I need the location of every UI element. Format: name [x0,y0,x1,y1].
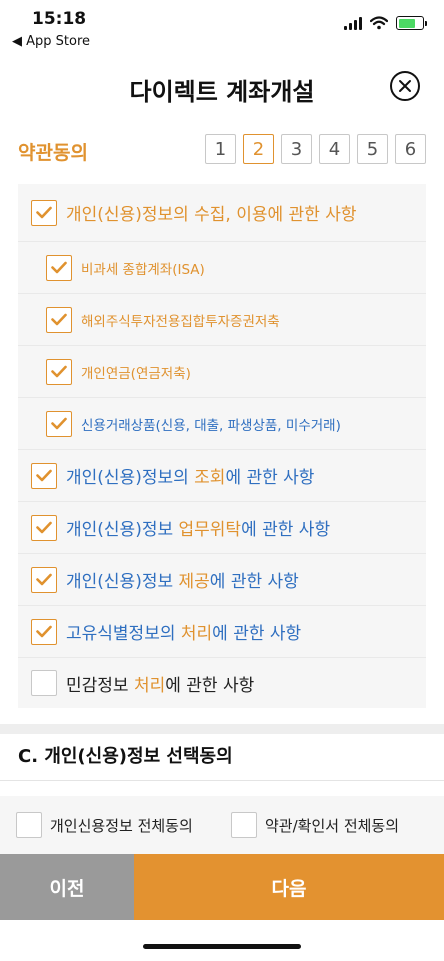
agreement-row[interactable]: 고유식별정보의 처리에 관한 사항 [18,606,426,658]
checkbox-checked[interactable] [31,462,57,489]
checkmark-icon [36,206,52,219]
checkmark-icon [51,417,67,430]
section-divider [0,724,444,734]
all-agree-personal-checkbox[interactable]: 개인신용정보 전체동의 [16,812,193,838]
agreement-label: 개인(신용)정보 업무위탁에 관한 사항 [66,515,330,540]
all-agree-terms-label: 약관/확인서 전체동의 [265,816,400,835]
agreement-label-part: 처리 [180,624,213,644]
agreement-label: 개인연금(연금저축) [81,362,191,382]
home-indicator [143,944,301,949]
agreement-row[interactable]: 해외주식투자전용집합투자증권저축 [18,294,426,346]
step-4[interactable]: 4 [319,134,350,164]
close-button[interactable] [390,71,420,101]
checkbox-checked[interactable] [46,254,72,281]
agreement-label-part: 비과세 종합계좌(ISA) [81,261,205,278]
prev-button[interactable]: 이전 [0,854,134,920]
next-button[interactable]: 다음 [134,854,444,920]
agreement-label-part: 에 관한 사항 [225,468,315,488]
wifi-icon [370,16,388,30]
agreement-label-part: 조회 [194,468,226,488]
agreement-label-part: 개인(신용)정보의 수집, 이용에 관한 사항 [66,205,357,225]
agreement-label-part: 고유식별정보의 [66,624,181,644]
checkbox-checked[interactable] [46,358,72,385]
agreement-row[interactable]: 신용거래상품(신용, 대출, 파생상품, 미수거래) [18,398,426,450]
agreement-label: 개인(신용)정보의 수집, 이용에 관한 사항 [66,200,357,225]
checkbox-checked[interactable] [46,410,72,437]
agreement-label-part: 에 관한 사항 [241,520,331,540]
back-to-app-store[interactable]: ◀ App Store [12,34,90,49]
step-indicator: 123456 [205,134,426,164]
agreement-row[interactable]: 개인(신용)정보의 조회에 관한 사항 [18,450,426,502]
agreement-label-part: 개인연금(연금저축) [81,365,191,382]
agreement-label-part: 에 관한 사항 [212,624,302,644]
step-2[interactable]: 2 [243,134,274,164]
close-icon [399,80,411,92]
terms-section-label: 약관동의 [18,142,88,164]
checkbox-box[interactable] [231,812,257,838]
checkbox-checked[interactable] [31,199,57,226]
agreement-label-part: 처리 [133,675,166,696]
agreement-label-part: 신용거래상품(신용, 대출, 파생상품, 미수거래) [81,417,341,434]
checkbox-unchecked[interactable] [31,670,57,696]
checkmark-icon [51,313,67,326]
checkbox-box[interactable] [16,812,42,838]
step-3[interactable]: 3 [281,134,312,164]
checkbox-checked[interactable] [31,514,57,541]
checkbox-checked[interactable] [31,618,57,645]
agreement-label-part: 업무위탁 [178,520,242,540]
agreement-label: 민감정보 처리에 관한 사항 [66,671,254,696]
step-1[interactable]: 1 [205,134,236,164]
agreement-label: 개인(신용)정보 제공에 관한 사항 [66,567,299,592]
checkmark-icon [36,521,52,534]
agreement-label-part: 민감정보 [66,675,134,696]
agreement-label: 고유식별정보의 처리에 관한 사항 [66,619,301,644]
agreement-label-part: 에 관한 사항 [165,675,255,696]
status-time: 15:18 [32,9,87,29]
step-6[interactable]: 6 [395,134,426,164]
checkmark-icon [36,573,52,586]
all-agree-personal-label: 개인신용정보 전체동의 [50,816,193,835]
agreement-row[interactable]: 개인(신용)정보의 수집, 이용에 관한 사항 [18,184,426,242]
agreement-row[interactable]: 민감정보 처리에 관한 사항 [18,658,426,708]
agreement-row[interactable]: 개인(신용)정보 제공에 관한 사항 [18,554,426,606]
agreement-label: 개인(신용)정보의 조회에 관한 사항 [66,463,314,488]
checkmark-icon [51,365,67,378]
checkmark-icon [36,469,52,482]
checkmark-icon [36,625,52,638]
checkbox-checked[interactable] [31,566,57,593]
section-c-title: C. 개인(신용)정보 선택동의 [18,746,233,767]
agreement-label-part: 해외주식투자전용집합투자증권저축 [81,313,280,330]
page-header: 다이렉트 계좌개설 [0,58,444,118]
battery-icon [396,16,427,30]
agreement-row[interactable]: 개인(신용)정보 업무위탁에 관한 사항 [18,502,426,554]
all-agree-terms-checkbox[interactable]: 약관/확인서 전체동의 [231,812,399,838]
agreement-row[interactable]: 개인연금(연금저축) [18,346,426,398]
agreement-label-part: 제공 [178,572,210,592]
agreement-label: 해외주식투자전용집합투자증권저축 [81,310,280,330]
checkbox-checked[interactable] [46,306,72,333]
terms-step-row: 약관동의 123456 [0,132,444,166]
agreement-label-part: 개인(신용)정보 [66,572,179,592]
all-agree-bar: 개인신용정보 전체동의 약관/확인서 전체동의 [0,796,444,854]
page-title: 다이렉트 계좌개설 [129,78,315,106]
agreement-label-part: 개인(신용)정보의 [66,468,195,488]
agreement-label-part: 에 관한 사항 [209,572,299,592]
agreement-label: 비과세 종합계좌(ISA) [81,258,205,278]
cellular-signal-icon [344,16,362,30]
status-icons [344,16,427,30]
status-bar: 15:18 ◀ App Store [0,0,444,56]
agreement-label: 신용거래상품(신용, 대출, 파생상품, 미수거래) [81,414,341,434]
agreement-list: 개인(신용)정보의 수집, 이용에 관한 사항비과세 종합계좌(ISA) 해외주식… [18,184,426,708]
checkmark-icon [51,261,67,274]
step-5[interactable]: 5 [357,134,388,164]
section-c-underline [0,780,444,781]
agreement-row[interactable]: 비과세 종합계좌(ISA) [18,242,426,294]
agreement-label-part: 개인(신용)정보 [66,520,179,540]
